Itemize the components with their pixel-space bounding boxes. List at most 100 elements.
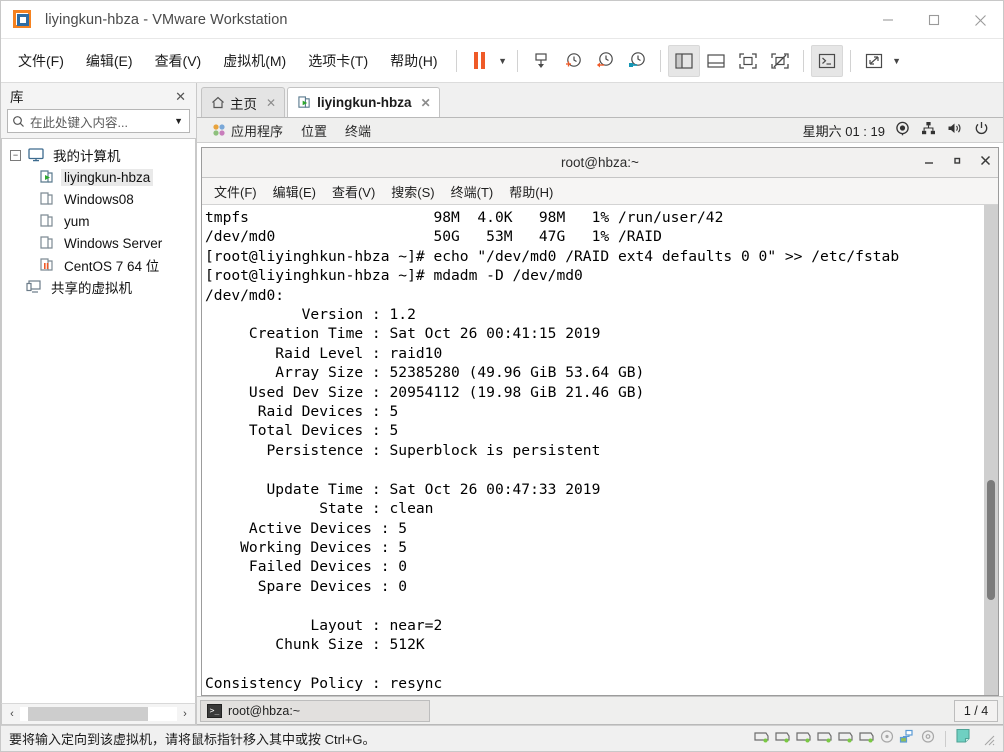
volume-indicator-icon[interactable] [947, 121, 963, 139]
stretch-guest-button[interactable] [858, 45, 890, 77]
manage-snapshot-button[interactable] [525, 45, 557, 77]
tree-label: 共享的虚拟机 [51, 281, 132, 296]
status-cd-dvd[interactable] [879, 729, 895, 749]
status-sound-card[interactable] [920, 729, 936, 749]
vm-suspended-icon [38, 258, 56, 272]
terminal-body[interactable]: tmpfs 98M 4.0K 98M 1% /run/user/42 /dev/… [202, 205, 998, 695]
power-dropdown[interactable]: ▼ [496, 45, 510, 77]
terminal-output[interactable]: tmpfs 98M 4.0K 98M 1% /run/user/42 /dev/… [202, 205, 984, 695]
status-hard-disk-4[interactable] [816, 729, 833, 749]
status-network-adapter[interactable] [899, 729, 916, 749]
tree-vm-liyingkun-hbza[interactable]: liyingkun-hbza [2, 166, 195, 188]
menu-help[interactable]: 帮助(H) [379, 47, 448, 75]
taskbar-item-label: root@hbza:~ [228, 703, 301, 718]
power-pause-button[interactable] [464, 45, 496, 77]
vertical-scrollbar[interactable] [984, 205, 998, 695]
scrollbar-track[interactable] [20, 707, 177, 721]
pause-icon [474, 52, 486, 69]
guest-screen[interactable]: 应用程序 位置 终端 星期六 01 : 19 root@hbza:~ 文件(F)… [197, 117, 1003, 725]
maximize-icon[interactable] [951, 154, 964, 172]
search-input[interactable]: 在此处键入内容... ▼ [7, 109, 190, 133]
terminal-menu-search[interactable]: 搜索(S) [383, 182, 442, 201]
gnome-menu-places[interactable]: 位置 [292, 121, 336, 140]
tree-vm-windows08[interactable]: Windows08 [2, 188, 195, 210]
tree-my-computer[interactable]: − 我的计算机 [2, 144, 195, 166]
terminal-window-controls [923, 154, 992, 172]
menu-edit[interactable]: 编辑(E) [75, 47, 144, 75]
minimize-icon[interactable] [923, 154, 936, 172]
note-icon [956, 728, 970, 743]
status-hard-disk-2[interactable] [774, 729, 791, 749]
library-horizontal-scrollbar[interactable]: ‹ › [1, 703, 196, 725]
close-icon[interactable]: ✕ [266, 96, 276, 110]
library-title: 库 [10, 90, 24, 105]
hard-disk-icon [859, 731, 874, 742]
maximize-icon[interactable] [911, 1, 957, 39]
workspace-switcher[interactable]: 1 / 4 [954, 699, 998, 722]
gnome-menu-terminal[interactable]: 终端 [336, 121, 380, 140]
status-hard-disk-3[interactable] [795, 729, 812, 749]
close-icon[interactable]: ✕ [172, 88, 189, 105]
tree-vm-windows-server[interactable]: Windows Server [2, 232, 195, 254]
gnome-applications-label: 应用程序 [231, 123, 284, 139]
terminal-menu-help[interactable]: 帮助(H) [501, 182, 561, 201]
cd-dvd-icon [880, 729, 894, 743]
terminal-menu-view[interactable]: 查看(V) [324, 182, 383, 201]
gnome-clock[interactable]: 星期六 01 : 19 [803, 121, 895, 140]
scrollbar-thumb[interactable] [987, 480, 995, 600]
minimize-icon[interactable] [865, 1, 911, 39]
menu-vm[interactable]: 虚拟机(M) [212, 47, 297, 75]
tab-liyingkun-hbza[interactable]: liyingkun-hbza ✕ [287, 87, 440, 117]
tree-shared-vms[interactable]: 共享的虚拟机 [2, 276, 195, 298]
power-indicator-icon[interactable] [974, 121, 989, 139]
tab-home[interactable]: 主页 ✕ [201, 87, 286, 117]
tree-expander[interactable]: − [10, 149, 21, 161]
status-hard-disk-1[interactable] [753, 729, 770, 749]
scroll-left-arrow[interactable]: ‹ [4, 708, 20, 720]
chevron-down-icon[interactable]: ▼ [174, 116, 185, 126]
menu-view[interactable]: 查看(V) [144, 47, 213, 75]
snapshot-manager-button[interactable] [621, 45, 653, 77]
vm-tree[interactable]: − 我的计算机 liyingkun-hbza Windows08 yum Win… [1, 138, 196, 703]
scroll-right-arrow[interactable]: › [177, 708, 193, 720]
enter-fullscreen-button[interactable] [732, 45, 764, 77]
home-icon [212, 96, 224, 109]
console-view-button[interactable] [810, 44, 843, 77]
network-indicator-icon[interactable] [921, 121, 936, 139]
close-icon[interactable]: ✕ [421, 96, 431, 110]
menu-file[interactable]: 文件(F) [7, 47, 75, 75]
gnome-menu-applications[interactable]: 应用程序 [203, 121, 292, 140]
status-hard-disk-5[interactable] [837, 729, 854, 749]
tree-label: CentOS 7 64 位 [64, 259, 160, 274]
tree-label: liyingkun-hbza [61, 168, 154, 186]
network-icon [899, 729, 913, 743]
tree-vm-yum[interactable]: yum [2, 210, 195, 232]
menu-tabs[interactable]: 选项卡(T) [297, 47, 379, 75]
status-hard-disk-6[interactable] [858, 729, 875, 749]
terminal-menu-file[interactable]: 文件(F) [206, 182, 265, 201]
scrollbar-thumb[interactable] [28, 707, 148, 721]
stretch-dropdown[interactable]: ▼ [890, 45, 904, 77]
record-indicator-icon[interactable] [895, 121, 910, 139]
clock-plus-icon [565, 52, 581, 67]
terminal-window[interactable]: root@hbza:~ 文件(F) 编辑(E) 查看(V) 搜索(S) 终端(T… [201, 147, 999, 696]
show-thumbnail-bar-button[interactable] [700, 45, 732, 77]
revert-snapshot-button[interactable] [589, 45, 621, 77]
terminal-menu-terminal[interactable]: 终端(T) [443, 182, 502, 201]
terminal-menu-edit[interactable]: 编辑(E) [265, 182, 324, 201]
tree-label: yum [64, 213, 90, 229]
close-icon[interactable] [979, 154, 992, 172]
vmware-logo-icon [13, 9, 33, 30]
library-panel-icon [674, 52, 693, 69]
tree-vm-centos7[interactable]: CentOS 7 64 位 [2, 254, 195, 276]
toolbar-separator [802, 49, 804, 72]
unity-mode-button[interactable] [764, 45, 796, 77]
take-snapshot-button[interactable] [557, 45, 589, 77]
show-library-button[interactable] [667, 44, 700, 77]
status-message-log[interactable] [955, 728, 973, 749]
window-title: liyingkun-hbza - VMware Workstation [45, 11, 288, 28]
close-icon[interactable] [957, 1, 1003, 39]
taskbar-item-terminal[interactable]: >_ root@hbza:~ [200, 699, 430, 722]
resize-grip-icon[interactable] [981, 732, 995, 746]
vm-running-icon [298, 96, 310, 108]
